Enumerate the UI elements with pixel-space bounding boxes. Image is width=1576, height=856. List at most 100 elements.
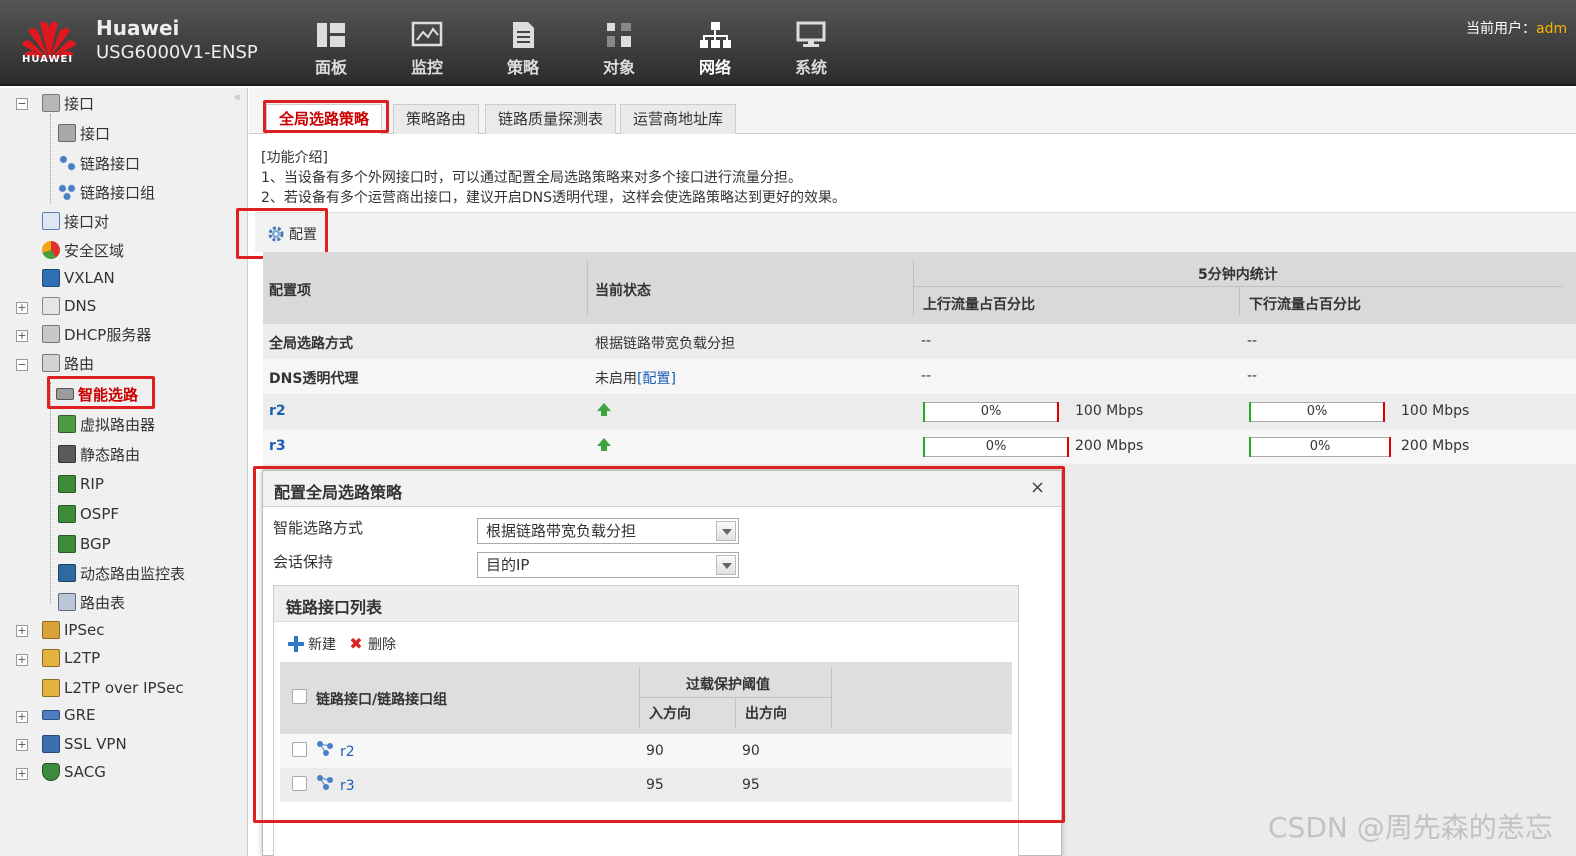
row-upstream: -- (921, 333, 932, 349)
upstream-bandwidth: 200 Mbps (1075, 438, 1144, 454)
sidebar-item-route-folder[interactable]: 路由 (42, 350, 94, 376)
sidebar-item-dynamic-route-monitor[interactable]: 动态路由监控表 (58, 560, 185, 586)
tab-bar: 全局选路策略 策略路由 链路质量探测表 运营商地址库 (249, 88, 1576, 135)
nav-label: 监控 (410, 58, 443, 77)
smart-routing-highlight (47, 376, 155, 409)
sidebar-item-label: L2TP over IPSec (64, 679, 184, 697)
progress-end-marker (1067, 437, 1069, 457)
progress-fill (923, 437, 925, 457)
sidebar-item-vxlan[interactable]: VXLAN (42, 265, 115, 291)
nav-network[interactable]: 网络 (680, 20, 750, 78)
expand-toggle[interactable]: + (16, 330, 28, 342)
sidebar-tree: « − 接口 接口 链路接口 链路接口组 接口对 安全区域 VXLAN + DN… (0, 88, 248, 856)
sidebar-item-security-zone[interactable]: 安全区域 (42, 237, 124, 263)
sidebar-item-label: 接口 (80, 124, 111, 143)
expand-toggle[interactable]: + (16, 302, 28, 314)
nav-monitor[interactable]: 监控 (392, 20, 462, 78)
collapse-toggle[interactable]: − (16, 98, 28, 110)
row-downstream: -- (1247, 333, 1258, 349)
ssl-vpn-icon (42, 735, 60, 753)
sidebar-item-ospf[interactable]: OSPF (58, 501, 119, 527)
sidebar-item-rip[interactable]: RIP (58, 471, 104, 497)
l2tp-icon (42, 649, 60, 667)
sidebar-item-gre[interactable]: GRE (42, 702, 96, 728)
sidebar-item-static-route[interactable]: 静态路由 (58, 441, 140, 467)
tab-policy-routing[interactable]: 策略路由 (393, 104, 480, 134)
sidebar-item-ssl-vpn[interactable]: SSL VPN (42, 731, 127, 757)
link-interface-icon (58, 154, 76, 172)
table-row: 全局选路方式 根据链路带宽负载分担 -- -- (263, 324, 1576, 359)
downstream-bandwidth: 100 Mbps (1401, 403, 1470, 419)
sidebar-item-l2tp-over-ipsec[interactable]: L2TP over IPSec (42, 675, 184, 701)
sidebar-item-dhcp[interactable]: DHCP服务器 (42, 321, 151, 347)
network-icon (700, 22, 731, 48)
intro-line-2: 2、若设备有多个运营商出接口，建议开启DNS透明代理，这样会使选路策略达到更好的… (261, 190, 847, 206)
dashboard-icon (317, 23, 345, 47)
upstream-pct: 0% (985, 439, 1007, 454)
security-zone-icon (42, 241, 60, 259)
nav-label: 系统 (794, 58, 827, 77)
upstream-bandwidth: 100 Mbps (1075, 403, 1144, 419)
sidebar-item-bgp[interactable]: BGP (58, 531, 111, 557)
progress-end-marker (1057, 402, 1059, 422)
collapse-sidebar-button[interactable]: « (234, 90, 241, 104)
sidebar-item-interface-pair[interactable]: 接口对 (42, 208, 109, 234)
sidebar-item-link-interface-group[interactable]: 链路接口组 (58, 179, 155, 205)
header-config-item: 配置项 (269, 283, 311, 299)
feature-intro: [功能介绍] 1、当设备有多个外网接口时，可以通过配置全局选路策略来对多个接口进… (261, 148, 846, 208)
interface-pair-icon (42, 212, 60, 230)
interface-icon (58, 124, 76, 142)
sidebar-item-sacg[interactable]: SACG (42, 759, 106, 785)
row-item: 全局选路方式 (269, 336, 353, 352)
nav-system[interactable]: 系统 (776, 20, 846, 78)
sidebar-item-label: 接口 (64, 94, 95, 113)
header-downstream-pct: 下行流量占百分比 (1249, 297, 1361, 313)
nav-label: 对象 (602, 58, 635, 77)
downstream-pct: 0% (1306, 404, 1328, 419)
sidebar-item-label: 路由表 (80, 593, 126, 612)
sidebar-item-label: DNS (64, 297, 97, 315)
sidebar-item-label: 路由 (64, 354, 95, 373)
table-row: r3 0% 200 Mbps 0% 200 Mbps (263, 429, 1576, 464)
sidebar-item-interface[interactable]: 接口 (58, 120, 110, 146)
brand-name: Huawei (96, 16, 180, 40)
policy-icon (513, 22, 534, 48)
tab-isp-address-library[interactable]: 运营商地址库 (620, 104, 737, 134)
sidebar-item-label: IPSec (64, 621, 105, 639)
dialog-highlight (253, 466, 1065, 823)
nav-object[interactable]: 对象 (584, 20, 654, 78)
current-user-name[interactable]: adm (1536, 21, 1567, 37)
sidebar-item-dns[interactable]: DNS (42, 293, 96, 319)
link-r3[interactable]: r3 (269, 438, 286, 454)
expand-toggle[interactable]: + (16, 739, 28, 751)
ospf-icon (58, 505, 76, 523)
sidebar-item-label: 静态路由 (80, 445, 141, 464)
downstream-pct: 0% (1309, 439, 1331, 454)
nav-policy[interactable]: 策略 (488, 20, 558, 78)
table-row: r2 0% 100 Mbps 0% 100 Mbps (263, 394, 1576, 429)
status-up-arrow-icon (597, 403, 611, 416)
object-icon (607, 23, 631, 47)
expand-toggle[interactable]: + (16, 654, 28, 666)
downstream-progress-bar: 0% (1249, 402, 1385, 422)
row-upstream: -- (921, 368, 932, 384)
sidebar-item-virtual-router[interactable]: 虚拟路由器 (58, 411, 155, 437)
tab-link-quality-probe[interactable]: 链路质量探测表 (485, 104, 617, 134)
tree-line (50, 114, 51, 204)
header-upstream-pct: 上行流量占百分比 (923, 297, 1035, 313)
sidebar-item-ipsec[interactable]: IPSec (42, 617, 104, 643)
sidebar-item-l2tp[interactable]: L2TP (42, 645, 100, 671)
active-tab-highlight (263, 100, 389, 133)
sidebar-item-link-interface[interactable]: 链路接口 (58, 150, 140, 176)
collapse-toggle[interactable]: − (16, 359, 28, 371)
dns-proxy-config-link[interactable]: [配置] (637, 371, 676, 387)
sidebar-item-route-table[interactable]: 路由表 (58, 589, 125, 615)
link-r2[interactable]: r2 (269, 403, 286, 419)
progress-fill (1249, 402, 1251, 422)
nav-dashboard[interactable]: 面板 (296, 20, 366, 78)
sidebar-item-interface-folder[interactable]: 接口 (42, 90, 94, 116)
expand-toggle[interactable]: + (16, 768, 28, 780)
expand-toggle[interactable]: + (16, 625, 28, 637)
sidebar-item-label: L2TP (64, 649, 101, 667)
expand-toggle[interactable]: + (16, 711, 28, 723)
